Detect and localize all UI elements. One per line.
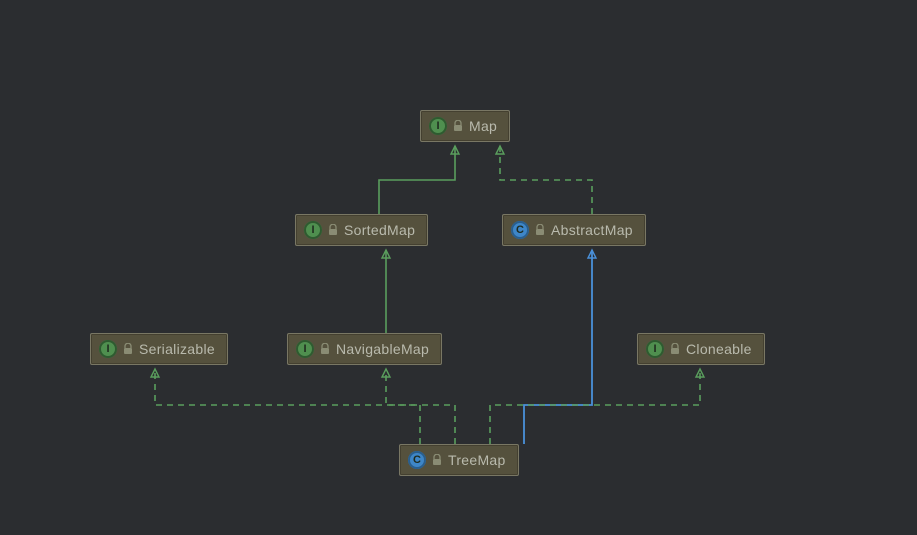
node-map[interactable]: I Map — [420, 110, 510, 142]
edge-treemap-navigablemap — [386, 369, 455, 444]
lock-icon — [432, 454, 442, 466]
lock-icon — [535, 224, 545, 236]
edge-treemap-cloneable — [490, 369, 700, 444]
class-icon: C — [408, 451, 426, 469]
interface-icon: I — [646, 340, 664, 358]
edge-treemap-abstractmap — [524, 250, 592, 444]
node-sortedmap[interactable]: I SortedMap — [295, 214, 428, 246]
node-label: Map — [469, 118, 497, 134]
node-label: TreeMap — [448, 452, 506, 468]
node-label: Serializable — [139, 341, 215, 357]
node-navigablemap[interactable]: I NavigableMap — [287, 333, 442, 365]
node-serializable[interactable]: I Serializable — [90, 333, 228, 365]
node-label: NavigableMap — [336, 341, 429, 357]
interface-icon: I — [296, 340, 314, 358]
interface-icon: I — [99, 340, 117, 358]
node-label: Cloneable — [686, 341, 752, 357]
node-label: SortedMap — [344, 222, 415, 238]
node-abstractmap[interactable]: C AbstractMap — [502, 214, 646, 246]
edge-abstractmap-map — [500, 146, 592, 214]
edge-treemap-serializable — [155, 369, 420, 444]
diagram-canvas: I Map I SortedMap C AbstractMap I Serial… — [0, 0, 917, 535]
lock-icon — [123, 343, 133, 355]
lock-icon — [328, 224, 338, 236]
node-treemap[interactable]: C TreeMap — [399, 444, 519, 476]
abstract-class-icon: C — [511, 221, 529, 239]
lock-icon — [670, 343, 680, 355]
interface-icon: I — [304, 221, 322, 239]
interface-icon: I — [429, 117, 447, 135]
node-cloneable[interactable]: I Cloneable — [637, 333, 765, 365]
lock-icon — [320, 343, 330, 355]
node-label: AbstractMap — [551, 222, 633, 238]
lock-icon — [453, 120, 463, 132]
edge-sortedmap-map — [379, 146, 455, 214]
